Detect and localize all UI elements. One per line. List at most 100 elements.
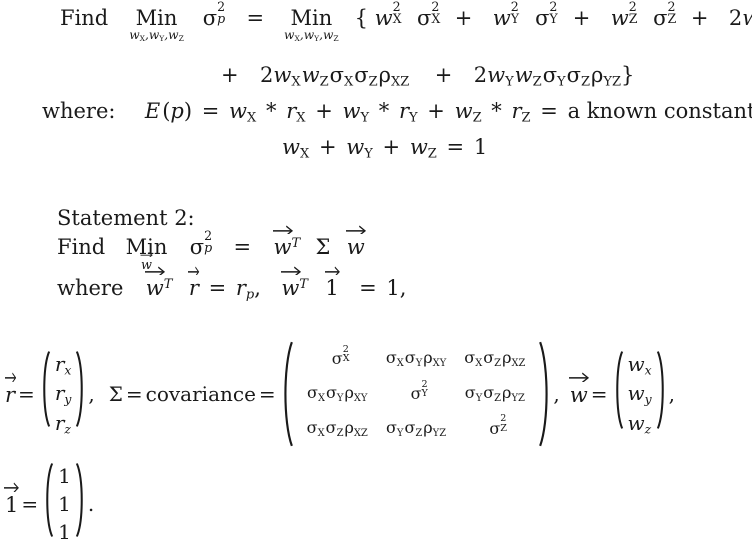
r-vector-entries: rx ry rz	[51, 350, 76, 439]
term-sigmax-squared: σ2X	[417, 0, 441, 30]
w-entry-y: wy	[627, 381, 652, 407]
term-wy-squared: w2Y	[492, 0, 520, 30]
plus-4: +	[221, 63, 239, 87]
coefficient-two-1: 2	[728, 6, 743, 30]
min-limits-2: wX,wY,wZ	[284, 28, 339, 44]
one-vector-matrix: 1 1 1	[41, 462, 88, 546]
cov-cell-2-2: σ2Z	[489, 413, 507, 438]
left-paren-icon	[611, 350, 624, 439]
term-sigmay-squared: σ2Y	[535, 0, 558, 30]
coefficient-two-3: 2	[473, 63, 488, 87]
cov-cell-1-0: σXσYρXY	[307, 382, 368, 404]
one-vector-definition: 1 = 1 1 1 .	[4, 462, 95, 546]
covariance-matrix: σ2X σXσYρXY σXσZρXZ σXσYρXY σ2Y σYσZρYZ	[279, 340, 554, 448]
right-paren-icon	[75, 462, 88, 546]
w-vector-transpose-2: w	[145, 266, 166, 300]
term-wz-squared: w2Z	[610, 0, 638, 30]
plus-5: +	[434, 63, 453, 87]
w-entry-z: wz	[627, 410, 652, 437]
find-label-2: Find	[57, 235, 106, 260]
vector-arrow-icon	[4, 371, 17, 382]
vector-arrow-icon	[346, 224, 367, 235]
find-label-1: Find	[60, 6, 109, 30]
equals-4: =	[446, 135, 465, 159]
equals-10: =	[258, 382, 276, 406]
equals-8: =	[18, 382, 35, 406]
math-document-page: Find Min wX,wY,wZ σ2p = Min wX,wY,wZ { w…	[0, 0, 752, 546]
equals-9: =	[125, 382, 143, 406]
statement2-objective: Find Min w σ2p = wT Σ w	[57, 225, 367, 273]
asterisk-3: *	[491, 99, 502, 123]
right-paren-icon	[656, 350, 669, 439]
r-entry-x: rx	[54, 351, 72, 378]
statement1-line2: + 2wXwZσXσZρXZ + 2wYwZσYσZρYZ}	[221, 63, 635, 90]
plus-7: +	[427, 99, 445, 123]
min-operator-2: Min wX,wY,wZ	[284, 6, 339, 44]
vector-arrow-icon	[569, 371, 590, 382]
r-entry-z: rz	[54, 410, 71, 437]
term-sigmaz-squared: σ2Z	[653, 0, 677, 30]
r-vector-matrix: rx ry rz	[38, 350, 89, 439]
w-vector-symbol: w	[569, 372, 590, 407]
vector-arrow-icon	[324, 265, 341, 276]
cov-cell-2-1: σYσZρYZ	[385, 417, 447, 439]
equals-11: =	[590, 382, 608, 406]
close-brace: }	[621, 63, 635, 87]
one-vector-entries: 1 1 1	[54, 462, 75, 546]
min-operator-1: Min wX,wY,wZ	[129, 6, 184, 44]
vector-arrow-icon	[272, 224, 294, 235]
min-operator-3: Min w	[125, 235, 168, 273]
left-paren-icon	[41, 462, 54, 546]
vector-arrow-icon	[188, 265, 200, 276]
statement2-constraints: where w T r = rp, wT 1 = 1,	[57, 266, 407, 303]
one-entry-3: 1	[58, 520, 71, 544]
one-vector-symbol: 1	[4, 482, 20, 517]
one-entry-1: 1	[58, 464, 71, 488]
left-paren-icon	[279, 340, 294, 448]
sigma-matrix-symbol-1: Σ	[315, 235, 331, 260]
right-paren-icon	[538, 340, 553, 448]
budget-value: 1	[473, 135, 488, 159]
where-label-1: where:	[42, 99, 116, 123]
asterisk-2: *	[378, 99, 390, 123]
term-wx-squared: w2X	[374, 0, 402, 30]
objective-sigma-p-squared-2: σ2p	[189, 228, 213, 260]
expected-return-symbol: E	[144, 99, 161, 123]
constraint2-value: 1	[386, 276, 400, 301]
plus-6: +	[315, 99, 333, 123]
plus-8: +	[318, 135, 337, 159]
plus-1: +	[454, 6, 473, 30]
vector-arrow-icon	[280, 265, 302, 276]
equals-12: =	[21, 492, 39, 516]
statement1-constraint-expected-return: where: E(p) = wX * rX + wY * rY + wZ * r…	[42, 99, 752, 126]
equals-6: =	[208, 276, 227, 301]
trailing-comma-1: ,	[399, 276, 407, 301]
trailing-period: .	[87, 492, 95, 516]
vector-arrow-icon	[4, 481, 20, 492]
cov-cell-0-0: σ2X	[331, 344, 350, 369]
sigma-matrix-symbol-2: Σ	[108, 382, 123, 406]
cov-cell-0-1: σXσYρXY	[385, 348, 447, 370]
cov-cell-1-1: σ2Y	[410, 378, 428, 403]
trailing-comma-3: ,	[553, 382, 560, 406]
cov-cell-1-2: σYσZρYZ	[464, 382, 525, 404]
objective-sigma-p-squared-1: σ2p	[202, 0, 226, 30]
r-vector-1: r	[188, 266, 200, 300]
statement1-line1: Find Min wX,wY,wZ σ2p = Min wX,wY,wZ { w…	[60, 0, 752, 44]
w-vector-matrix: wx wy wz	[611, 350, 669, 439]
one-entry-2: 1	[58, 492, 71, 516]
plus-3: +	[690, 6, 709, 30]
min-limits-1: wX,wY,wZ	[129, 28, 184, 44]
equals-7: =	[359, 276, 377, 301]
covariance-label: covariance	[145, 382, 256, 406]
equals-5: =	[233, 235, 252, 260]
equals-3: =	[540, 99, 558, 123]
trailing-comma-2: ,	[88, 382, 95, 406]
covariance-matrix-grid: σ2X σXσYρXY σXσZρXZ σXσYρXY σ2Y σYσZρYZ	[294, 340, 539, 448]
statement2-heading: Statement 2:	[57, 206, 195, 230]
coefficient-two-2: 2	[259, 63, 274, 87]
definitions-row: r = rx ry rz , Σ = covariance = σ 2 X σX…	[4, 340, 675, 448]
w-vector-transpose: w	[272, 225, 293, 259]
rp-symbol-2: r	[235, 276, 246, 301]
w-entry-x: wx	[627, 351, 652, 378]
